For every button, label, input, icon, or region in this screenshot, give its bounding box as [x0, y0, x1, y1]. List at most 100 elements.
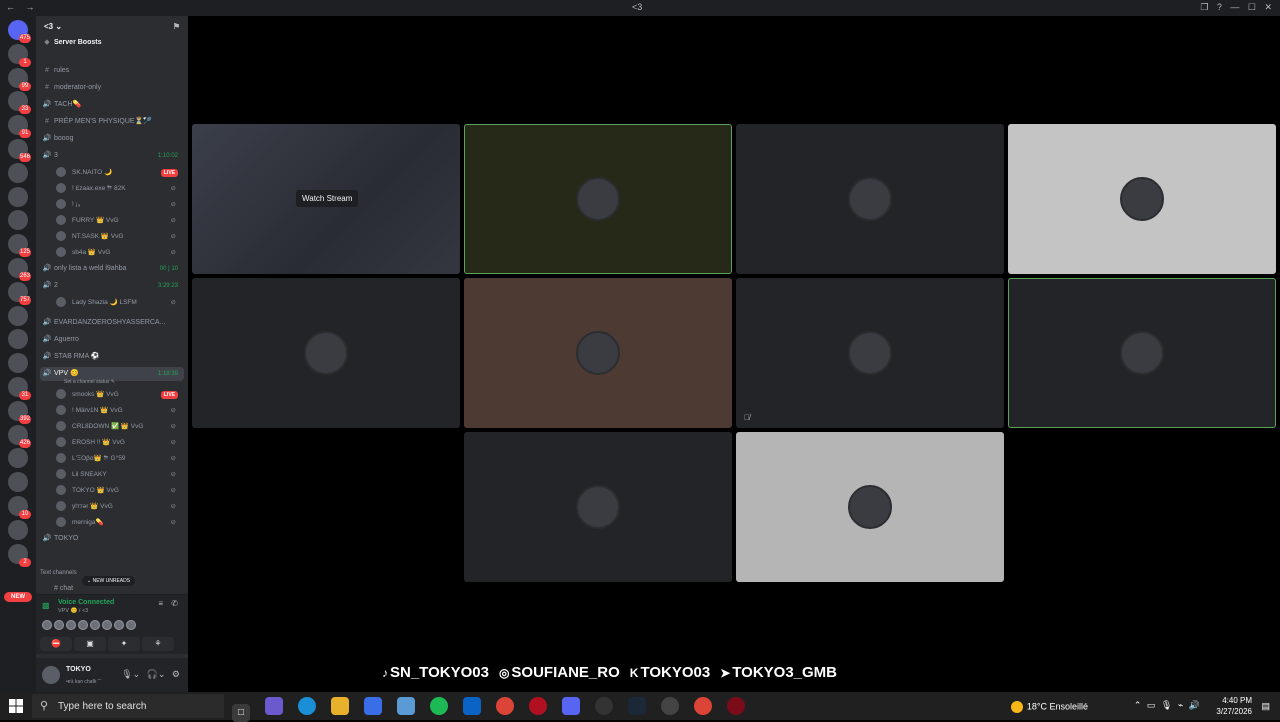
taskbar-search[interactable]: ⚲ Type here to search: [32, 694, 224, 718]
watch-stream-button[interactable]: Watch Stream: [296, 190, 359, 207]
channel-item[interactable]: 🔊 STAB RMA ⚽: [40, 350, 184, 364]
server-icon[interactable]: [8, 305, 28, 326]
server-icon[interactable]: 33: [8, 91, 31, 115]
channel-item[interactable]: 🔊 EVARDANZOEROSHYASSERCA...: [40, 316, 184, 330]
server-icon[interactable]: 392: [8, 400, 31, 424]
back-forward-nav[interactable]: ← →: [6, 2, 39, 12]
activity-avatar[interactable]: [54, 620, 64, 630]
mail-icon[interactable]: [463, 697, 481, 715]
activity-avatar[interactable]: [90, 620, 100, 630]
voice-user[interactable]: ! ¡₉ ⊘: [56, 198, 184, 212]
voice-user[interactable]: Lil SNEAKY ⊘: [56, 468, 184, 482]
notifications-icon[interactable]: ▤: [1261, 701, 1270, 712]
participant-tile[interactable]: [464, 432, 732, 582]
channel-item[interactable]: 🔊 TACH💊: [40, 98, 184, 112]
server-icon[interactable]: 546: [8, 139, 31, 162]
server-icon[interactable]: 99: [8, 67, 31, 91]
server-icon[interactable]: 1: [8, 43, 31, 67]
activity-avatar[interactable]: [78, 620, 88, 630]
channel-item[interactable]: # rules: [40, 64, 184, 78]
participant-tile[interactable]: [1008, 278, 1276, 428]
server-icon[interactable]: 31: [8, 377, 31, 400]
activity-avatar[interactable]: [66, 620, 76, 630]
voice-user[interactable]: ylттər 👑 VvG ⊘: [56, 500, 184, 514]
invite-icon[interactable]: ⚑: [173, 22, 180, 31]
server-icon[interactable]: [8, 519, 28, 540]
opera-icon[interactable]: [727, 697, 745, 715]
soundboard-button[interactable]: ⚘: [142, 637, 174, 651]
new-unreads-pill[interactable]: NEW: [4, 592, 32, 602]
signal-icon[interactable]: ▩: [42, 601, 50, 610]
spotify-icon[interactable]: [430, 697, 448, 715]
voice-channel-link[interactable]: VPV 😊 / <3: [58, 608, 88, 614]
chrome-icon[interactable]: [496, 697, 514, 715]
guild-header[interactable]: <3 ⌄ ⚑: [36, 16, 188, 38]
screen-share-button[interactable]: ▣: [74, 637, 106, 651]
channel-item[interactable]: 🔊 2 3:29:23: [40, 279, 184, 293]
voice-user[interactable]: ! Märv1N 👑 VvG ⊘: [56, 404, 184, 418]
server-icon[interactable]: 426: [8, 424, 31, 448]
notes-icon[interactable]: [397, 697, 415, 715]
voice-user[interactable]: CRL8DOWN ✅ 👑 VvG ⊘: [56, 420, 184, 434]
window-controls[interactable]: ❐ ? — ☐ ✕: [1200, 2, 1272, 13]
camera-off-button[interactable]: ⛔: [40, 637, 72, 651]
server-icon[interactable]: 2: [8, 543, 31, 567]
activities-button[interactable]: ✦: [108, 637, 140, 651]
activity-avatar[interactable]: [42, 620, 52, 630]
voice-user[interactable]: TOKYO 👑 VvG ⊘: [56, 484, 184, 498]
voice-user[interactable]: Lady Shazia 🌙 LSFM ⊘: [56, 296, 184, 310]
voice-user[interactable]: ! £zaax.exe ⛈ 82K ⊘: [56, 182, 184, 196]
channel-item[interactable]: 🔊 booog: [40, 132, 184, 146]
voice-user[interactable]: EROSH !! 👑 VvG ⊘: [56, 436, 184, 450]
channel-item[interactable]: 🔊 3 1:10:02: [40, 149, 184, 163]
server-icon[interactable]: [8, 186, 28, 207]
server-icon[interactable]: [8, 210, 28, 231]
server-icon[interactable]: 125: [8, 234, 31, 258]
steam-icon[interactable]: [628, 697, 646, 715]
channel-item[interactable]: 🔊 only lista a weld l9ahba 00 | 10: [40, 262, 184, 276]
participant-tile[interactable]: 〈̸: [736, 432, 1004, 582]
obs-icon[interactable]: [661, 697, 679, 715]
avatar[interactable]: [42, 666, 60, 684]
server-icon[interactable]: 475: [8, 20, 31, 43]
server-icon[interactable]: 757: [8, 281, 31, 305]
voice-controls[interactable]: ≡ ✆: [158, 599, 178, 608]
participant-tile[interactable]: [192, 278, 460, 428]
voice-user[interactable]: NT.SASK 👑 VvG ⊘: [56, 230, 184, 244]
activity-avatar[interactable]: [114, 620, 124, 630]
participant-tile[interactable]: [464, 278, 732, 428]
voice-user[interactable]: smooks 👑 VvG LIVE: [56, 388, 184, 402]
channel-item[interactable]: # moderator-only: [40, 81, 184, 95]
activity-avatar[interactable]: [126, 620, 136, 630]
file-explorer-icon[interactable]: [331, 697, 349, 715]
participant-tile[interactable]: [736, 124, 1004, 274]
server-icon[interactable]: 263: [8, 258, 31, 281]
tray-icons[interactable]: ⌃ ▭ 🎙 ⌁ 🔊: [1134, 700, 1200, 711]
copilot-icon[interactable]: [265, 697, 283, 715]
participant-tile[interactable]: 〈̸: [736, 278, 1004, 428]
channel-item[interactable]: 🔊 Aguerro: [40, 333, 184, 347]
discord-icon[interactable]: [562, 697, 580, 715]
voice-user[interactable]: SK.NAITO 🌙 LIVE: [56, 166, 184, 180]
participant-tile[interactable]: [464, 124, 732, 274]
voice-user[interactable]: L'ΞΟβα👑 ⛈ G°59 ⊘: [56, 452, 184, 466]
server-icon[interactable]: 91: [8, 115, 31, 139]
server-icon[interactable]: [8, 329, 28, 350]
channel-item[interactable]: # PRÉP MEN'S PHYSIQUE⏳🏸: [40, 115, 184, 129]
participant-tile[interactable]: [1008, 124, 1276, 274]
edge-icon[interactable]: [298, 697, 316, 715]
chrome-icon[interactable]: [694, 697, 712, 715]
voice-user[interactable]: FURRY 👑 VvG ⊘: [56, 214, 184, 228]
store-icon[interactable]: [364, 697, 382, 715]
server-icon[interactable]: [8, 353, 28, 374]
server-icon[interactable]: [8, 448, 28, 469]
user-controls[interactable]: 🎙⌄ 🎧⌄ ⚙: [121, 669, 180, 680]
stream-preview-tile[interactable]: Watch Stream: [192, 124, 460, 274]
server-icon[interactable]: [8, 162, 28, 183]
server-icon[interactable]: 10: [8, 496, 31, 519]
clock[interactable]: 4:40 PM 3/27/2026: [1202, 695, 1252, 717]
text-channels-category[interactable]: Text channels: [40, 566, 184, 580]
opera-icon[interactable]: [529, 697, 547, 715]
windows-start-icon[interactable]: [8, 698, 24, 714]
channel-status[interactable]: Set a channel status ✎: [40, 378, 184, 386]
